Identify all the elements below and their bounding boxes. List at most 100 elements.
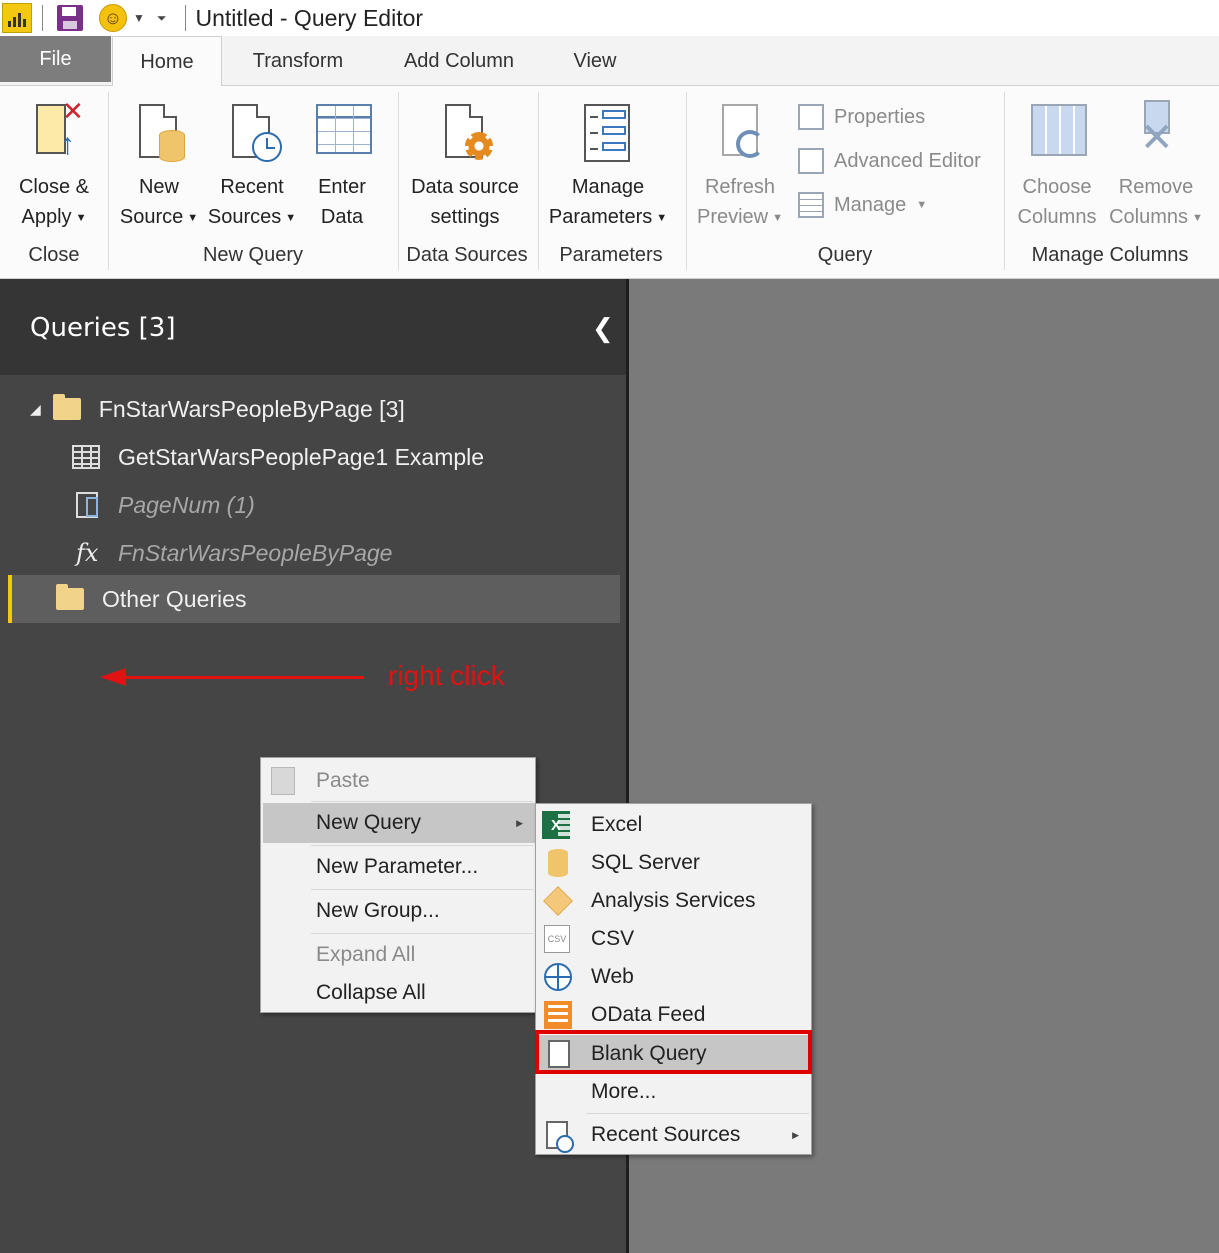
query-item-getstarwars[interactable]: GetStarWarsPeoplePage1 Example <box>0 433 620 481</box>
csv-icon-mark: CSV <box>547 934 567 944</box>
chevron-down-icon: ▼ <box>1192 211 1203 224</box>
query-folder-other-queries[interactable]: Other Queries <box>8 575 620 623</box>
manage-button[interactable]: Manage ▼ <box>798 192 927 218</box>
menu-item-label: New Query <box>316 811 422 834</box>
tab-home[interactable]: Home <box>112 36 222 87</box>
quick-access-customize-icon[interactable]: ⏷ <box>157 11 167 26</box>
new-source-icon <box>131 100 187 170</box>
menu-item-label: Blank Query <box>591 1042 707 1065</box>
feedback-dropdown-icon[interactable]: ▼ <box>133 11 145 25</box>
ribbon: ✕ ↑ Close & Apply ▼ Close New Source ▼ Rece… <box>0 86 1219 279</box>
query-folder-label: FnStarWarsPeopleByPage [3] <box>98 395 405 422</box>
menu-item-expand-all[interactable]: Expand All <box>261 935 535 975</box>
new-source-button[interactable]: New Source ▼ <box>116 100 202 233</box>
paste-icon <box>271 767 295 795</box>
manage-parameters-button[interactable]: Manage Parameters ▼ <box>544 100 672 233</box>
odata-feed-icon <box>544 1001 572 1029</box>
menu-separator <box>311 889 533 890</box>
submenu-arrow-icon: ▶ <box>516 817 523 828</box>
advanced-editor-button[interactable]: Advanced Editor <box>798 148 981 174</box>
group-label-manage-columns: Manage Columns <box>1031 244 1189 266</box>
refresh-preview-label-1: Refresh <box>704 176 776 198</box>
menu-item-label: More... <box>591 1080 657 1103</box>
close-apply-label-1: Close & <box>18 176 90 198</box>
query-folder-fnstarwars[interactable]: ◢ FnStarWarsPeopleByPage [3] <box>0 385 620 433</box>
data-source-settings-icon <box>437 100 493 170</box>
properties-button[interactable]: Properties <box>798 104 925 130</box>
tab-transform[interactable]: Transform <box>234 36 362 86</box>
submenu-item-blank-query[interactable]: Blank Query <box>538 1035 811 1073</box>
chevron-down-icon: ▼ <box>916 199 928 211</box>
menu-separator <box>586 1113 809 1114</box>
submenu-item-recent-sources[interactable]: Recent Sources ▶ <box>536 1115 811 1155</box>
enter-data-button[interactable]: Enter Data <box>308 100 376 232</box>
queries-pane-header: Queries [3] ❮ <box>0 279 626 375</box>
collapse-pane-chevron-left-icon[interactable]: ❮ <box>592 315 614 341</box>
table-icon <box>72 445 100 469</box>
power-bi-logo-icon <box>2 3 32 33</box>
submenu-item-csv[interactable]: CSV CSV <box>536 920 811 958</box>
excel-icon: X <box>542 811 570 839</box>
choose-columns-label-2: Columns <box>1017 206 1097 228</box>
query-item-pagenum[interactable]: PageNum (1) <box>0 481 620 529</box>
menu-item-collapse-all[interactable]: Collapse All <box>261 974 535 1012</box>
menu-item-label: Expand All <box>316 943 416 966</box>
menu-separator <box>311 801 533 802</box>
submenu-item-odata-feed[interactable]: OData Feed <box>536 996 811 1034</box>
menu-item-label: New Group... <box>316 899 440 922</box>
manage-parameters-label-2: Parameters <box>548 206 653 228</box>
annotation-arrow-left-icon <box>100 668 364 686</box>
menu-item-new-group[interactable]: New Group... <box>261 891 535 931</box>
group-label-parameters: Parameters <box>559 244 663 266</box>
data-source-settings-label-2: settings <box>430 206 500 228</box>
new-source-label-2: Source <box>119 206 184 228</box>
refresh-preview-button[interactable]: Refresh Preview ▼ <box>694 100 786 233</box>
folder-icon <box>52 394 81 420</box>
choose-columns-button[interactable]: Choose Columns <box>1014 100 1100 232</box>
chevron-down-icon: ▼ <box>285 211 297 224</box>
submenu-item-analysis-services[interactable]: Analysis Services <box>536 882 811 920</box>
menu-separator <box>311 845 533 846</box>
blank-query-document-icon <box>548 1040 570 1068</box>
queries-pane-title: Queries [3] <box>30 313 176 343</box>
chevron-down-icon: ▼ <box>187 211 199 224</box>
close-apply-icon: ✕ ↑ <box>26 96 84 170</box>
query-item-label: PageNum (1) <box>118 491 255 518</box>
menu-item-label: Collapse All <box>316 981 426 1004</box>
menu-item-paste[interactable]: Paste <box>261 762 535 800</box>
ribbon-tabs: File Home Transform Add Column View <box>0 36 1219 87</box>
submenu-item-excel[interactable]: X Excel <box>536 806 811 844</box>
menu-item-new-query[interactable]: New Query ▶ <box>263 803 535 843</box>
manage-parameters-icon <box>580 100 636 170</box>
recent-sources-clock-icon <box>546 1121 574 1153</box>
menu-item-label: New Parameter... <box>316 855 479 878</box>
query-item-label: GetStarWarsPeoplePage1 Example <box>118 443 485 470</box>
close-apply-label-2: Apply <box>21 206 72 228</box>
manage-label: Manage <box>834 193 907 216</box>
data-source-settings-button[interactable]: Data source settings <box>404 100 526 232</box>
remove-columns-button[interactable]: Remove Columns▼ <box>1104 100 1208 233</box>
recent-sources-button[interactable]: Recent Sources ▼ <box>204 100 300 233</box>
tab-file[interactable]: File <box>0 36 111 82</box>
menu-item-new-parameter[interactable]: New Parameter... <box>261 847 535 887</box>
title-bar: ☺ ▼ ⏷ Untitled - Query Editor <box>0 0 1219 36</box>
tab-view[interactable]: View <box>552 36 638 86</box>
tab-add-column[interactable]: Add Column <box>385 36 533 86</box>
submenu-item-more[interactable]: More... <box>536 1073 811 1111</box>
data-source-settings-label-1: Data source <box>411 176 519 198</box>
close-apply-button[interactable]: ✕ ↑ Close & Apply ▼ <box>10 96 98 233</box>
submenu-item-web[interactable]: Web <box>536 958 811 996</box>
web-globe-icon <box>544 963 572 991</box>
feedback-smiley-icon[interactable]: ☺ <box>99 4 127 32</box>
excel-icon-mark: X <box>550 816 561 834</box>
title-separator-2 <box>184 5 186 31</box>
csv-file-icon: CSV <box>544 925 570 953</box>
menu-item-label: Excel <box>591 813 643 836</box>
submenu-item-sql-server[interactable]: SQL Server <box>536 844 811 882</box>
save-icon[interactable] <box>57 5 83 31</box>
query-item-fnstarwars-function[interactable]: fx FnStarWarsPeopleByPage <box>0 529 620 577</box>
choose-columns-icon <box>1029 100 1087 170</box>
expand-triangle-icon[interactable]: ◢ <box>30 401 41 418</box>
submenu-arrow-icon: ▶ <box>792 1129 799 1140</box>
chevron-down-icon: ▼ <box>75 211 87 224</box>
